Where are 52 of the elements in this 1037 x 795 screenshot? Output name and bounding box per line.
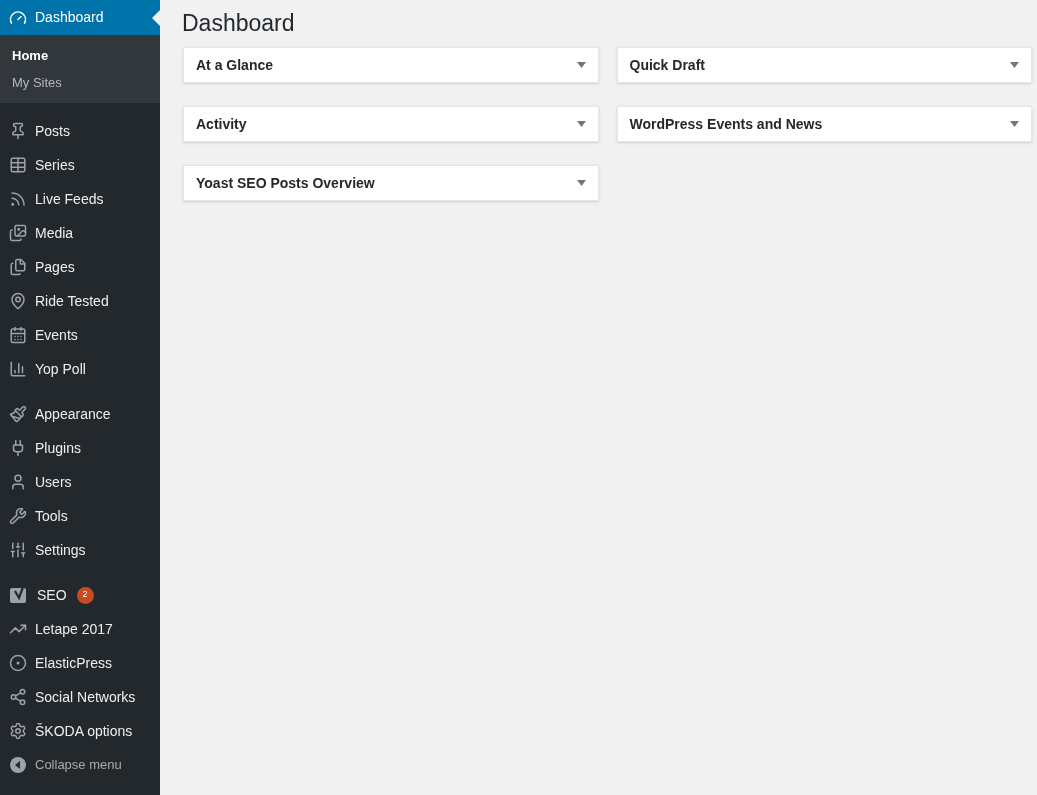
collapse-menu-button[interactable]: Collapse menu xyxy=(0,748,160,782)
caret-icon xyxy=(1010,62,1019,68)
menu-item[interactable]: Live Feeds xyxy=(0,182,160,216)
table-icon xyxy=(9,156,27,174)
widget-header[interactable]: Yoast SEO Posts Overview xyxy=(183,165,599,201)
sliders-icon xyxy=(9,541,27,559)
pin-icon xyxy=(9,122,27,140)
caret-icon xyxy=(576,180,586,186)
menu-item[interactable]: Ride Tested xyxy=(0,284,160,318)
submenu-item[interactable]: Home xyxy=(0,42,160,69)
dashboard-icon xyxy=(9,8,27,27)
bar-chart-icon xyxy=(9,360,27,378)
caret-icon xyxy=(576,121,586,127)
caret-icon xyxy=(576,62,586,68)
menu-item[interactable]: Dashboard xyxy=(0,0,160,35)
menu-item[interactable]: SEO 2 xyxy=(0,578,160,612)
menu-item[interactable]: ŠKODA options xyxy=(0,714,160,748)
pages-icon xyxy=(9,258,27,276)
menu-item[interactable]: Settings xyxy=(0,533,160,567)
widget-header[interactable]: At a Glance xyxy=(183,47,599,83)
menu-item[interactable]: Events xyxy=(0,318,160,352)
paintbrush-icon xyxy=(9,405,27,423)
calendar-icon xyxy=(9,326,27,344)
circle-icon xyxy=(9,654,27,672)
menu-item[interactable]: Pages xyxy=(0,250,160,284)
share-icon xyxy=(9,688,27,706)
count-badge: 2 xyxy=(76,586,94,604)
settings-icon xyxy=(9,722,27,740)
menu-item[interactable]: Users xyxy=(0,465,160,499)
menu-item[interactable]: Appearance xyxy=(0,397,160,431)
submenu-item[interactable]: My Sites xyxy=(0,69,160,96)
menu-item[interactable]: Letape 2017 xyxy=(0,612,160,646)
menu-item[interactable]: Media xyxy=(0,216,160,250)
menu-item[interactable]: Series xyxy=(0,148,160,182)
map-pin-icon xyxy=(9,292,27,310)
collapse-icon xyxy=(9,756,27,774)
menu-item[interactable]: Social Networks xyxy=(0,680,160,714)
menu-item[interactable]: Yop Poll xyxy=(0,352,160,386)
page-title: Dashboard xyxy=(182,9,296,38)
menu-item[interactable]: ElasticPress xyxy=(0,646,160,680)
rss-icon xyxy=(9,190,27,208)
current-pointer-icon xyxy=(152,10,160,26)
wrench-icon xyxy=(9,507,27,525)
media-icon xyxy=(9,224,27,242)
widget-header[interactable]: Activity xyxy=(183,106,599,142)
caret-icon xyxy=(1010,121,1019,127)
widget-header[interactable]: WordPress Events and News xyxy=(616,106,1032,142)
widget-header[interactable]: Quick Draft xyxy=(616,47,1032,83)
menu-item[interactable]: Posts xyxy=(0,114,160,148)
user-icon xyxy=(9,473,27,491)
menu-item[interactable]: Plugins xyxy=(0,431,160,465)
menu-item[interactable]: Tools xyxy=(0,499,160,533)
